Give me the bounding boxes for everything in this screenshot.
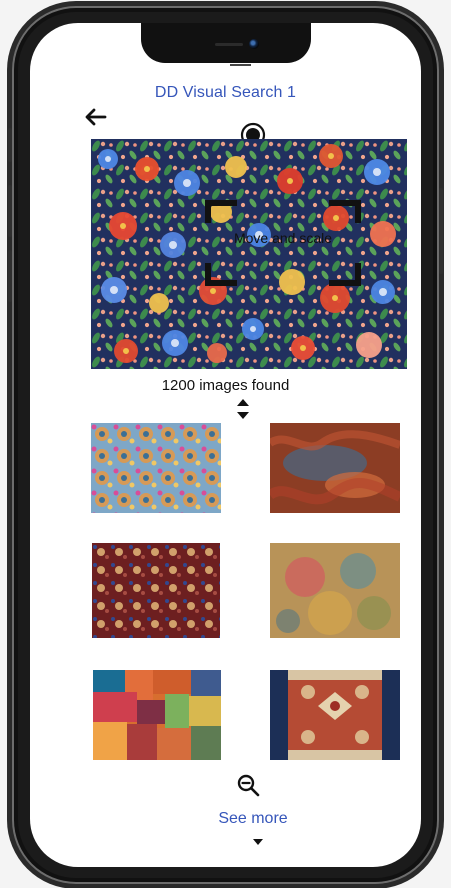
page-title: DD Visual Search 1 bbox=[154, 84, 297, 101]
rug-thumbnail-1 bbox=[91, 423, 221, 513]
sort-button[interactable] bbox=[235, 396, 251, 422]
expand-button[interactable] bbox=[252, 833, 264, 845]
speaker-icon bbox=[215, 43, 243, 46]
app-screen: DD Visual Search 1 Move and scale 1200 i… bbox=[30, 23, 421, 867]
move-and-scale-selector[interactable]: Move and scale bbox=[205, 200, 361, 286]
rug-thumbnail-4 bbox=[270, 543, 400, 638]
zoom-out-icon bbox=[237, 774, 260, 797]
top-indicator bbox=[230, 64, 251, 66]
side-button-right bbox=[439, 188, 443, 274]
phone-frame: DD Visual Search 1 Move and scale 1200 i… bbox=[8, 6, 443, 884]
rug-thumbnail-6 bbox=[270, 670, 400, 760]
rug-thumbnail-2 bbox=[270, 423, 400, 513]
result-image-1[interactable] bbox=[91, 423, 221, 513]
back-button[interactable] bbox=[80, 101, 112, 133]
side-button-left-1 bbox=[8, 128, 12, 162]
result-image-6[interactable] bbox=[270, 670, 400, 760]
results-count: 1200 images found bbox=[161, 377, 290, 394]
side-button-left-3 bbox=[8, 250, 12, 302]
result-image-3[interactable] bbox=[92, 543, 220, 638]
rug-thumbnail-3 bbox=[92, 543, 220, 638]
phone-notch bbox=[141, 23, 311, 63]
side-button-left-2 bbox=[8, 185, 12, 237]
result-image-4[interactable] bbox=[270, 543, 400, 638]
result-image-2[interactable] bbox=[270, 423, 400, 513]
back-arrow-icon bbox=[85, 108, 107, 126]
sort-icon bbox=[237, 399, 249, 419]
camera-icon bbox=[249, 39, 259, 49]
zoom-out-button[interactable] bbox=[236, 773, 262, 799]
see-more-link[interactable]: See more bbox=[213, 811, 293, 827]
rug-thumbnail-5 bbox=[93, 670, 221, 760]
chevron-down-icon bbox=[253, 839, 263, 845]
result-image-5[interactable] bbox=[93, 670, 221, 760]
selector-label: Move and scale bbox=[233, 230, 333, 246]
